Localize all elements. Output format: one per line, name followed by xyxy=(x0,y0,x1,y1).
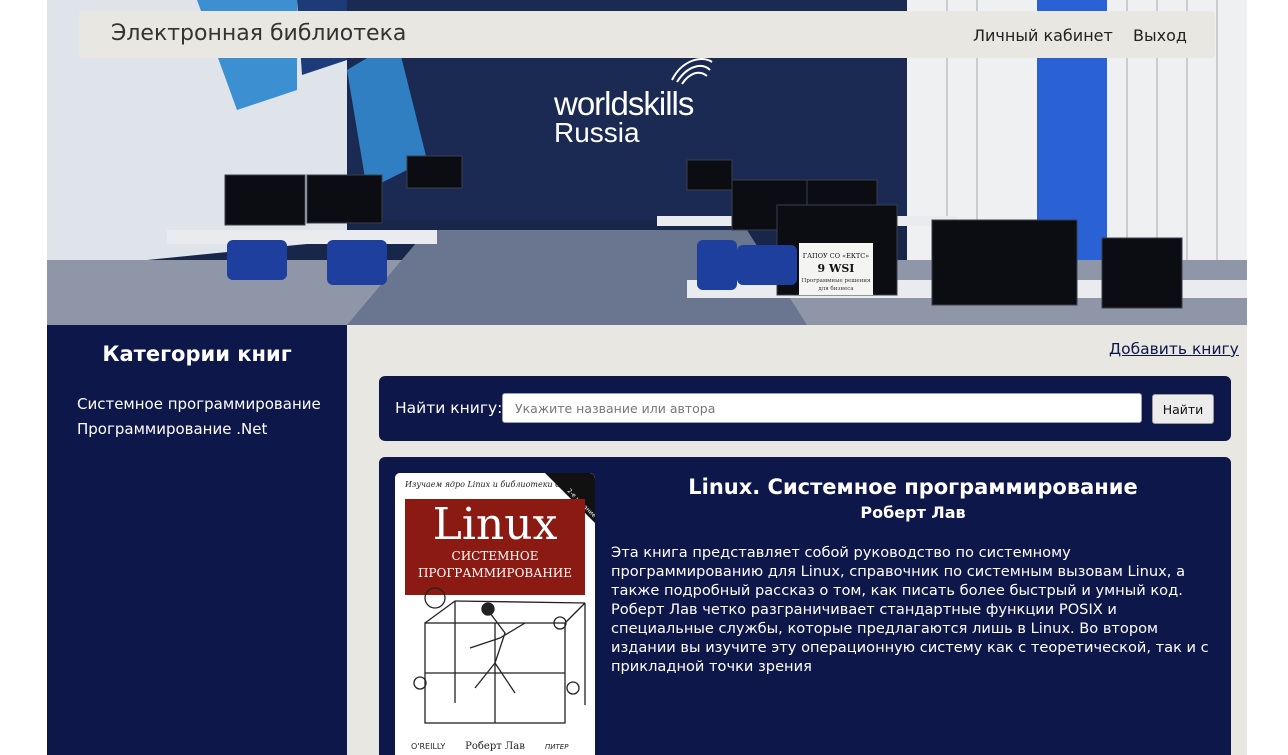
brand-title[interactable]: Электронная библиотека xyxy=(111,21,406,46)
book-author: Роберт Лав xyxy=(860,503,966,522)
cover-title-big: Linux xyxy=(433,499,558,550)
nav-logout-link[interactable]: Выход xyxy=(1133,26,1187,45)
search-panel: Найти книгу: Найти xyxy=(379,376,1231,441)
russia-text: Russia xyxy=(554,117,640,148)
nav-account-link[interactable]: Личный кабинет xyxy=(973,26,1113,45)
cover-art: Изучаем ядро Linux и библиотеки C 2-е из… xyxy=(395,473,595,755)
desk-sign-line4: для бизнеса xyxy=(818,285,854,292)
search-input[interactable] xyxy=(502,393,1142,423)
page: ГАПОУ СО «ЕКТС» 9 WSI Программные решени… xyxy=(47,0,1247,755)
desk-sign-line2: 9 WSI xyxy=(818,262,855,275)
category-item-dotnet-programming[interactable]: Программирование .Net xyxy=(77,417,321,442)
categories-sidebar: Категории книг Системное программировани… xyxy=(47,325,347,755)
cover-author: Роберт Лав xyxy=(465,741,525,752)
cover-subtitle-2: ПРОГРАММИРОВАНИЕ xyxy=(418,566,572,580)
hero-image: ГАПОУ СО «ЕКТС» 9 WSI Программные решени… xyxy=(47,0,1247,325)
cover-publisher-piter: ПИТЕР xyxy=(545,743,569,751)
book-card: Изучаем ядро Linux и библиотеки C 2-е из… xyxy=(379,457,1231,755)
cover-publisher-oreilly: O'REILLY xyxy=(411,742,445,751)
category-list: Системное программирование Программирова… xyxy=(77,392,321,442)
book-description: Эта книга представляет собой руководство… xyxy=(611,544,1209,675)
search-button[interactable]: Найти xyxy=(1152,394,1214,424)
book-title[interactable]: Linux. Системное программирование xyxy=(611,475,1215,499)
category-item-system-programming[interactable]: Системное программирование xyxy=(77,392,321,417)
desk-sign-line1: ГАПОУ СО «ЕКТС» xyxy=(803,252,869,260)
book-cover-image[interactable]: Изучаем ядро Linux и библиотеки C 2-е из… xyxy=(395,473,595,755)
cover-top-text: Изучаем ядро Linux и библиотеки C xyxy=(404,480,561,489)
desk-sign-line3: Программные решения xyxy=(802,278,871,284)
add-book-link[interactable]: Добавить книгу xyxy=(1109,340,1239,358)
cover-subtitle-1: СИСТЕМНОЕ xyxy=(452,549,539,563)
top-navbar: Электронная библиотека Личный кабинет Вы… xyxy=(79,11,1215,58)
search-label: Найти книгу: xyxy=(395,399,503,417)
sidebar-title: Категории книг xyxy=(102,342,292,366)
